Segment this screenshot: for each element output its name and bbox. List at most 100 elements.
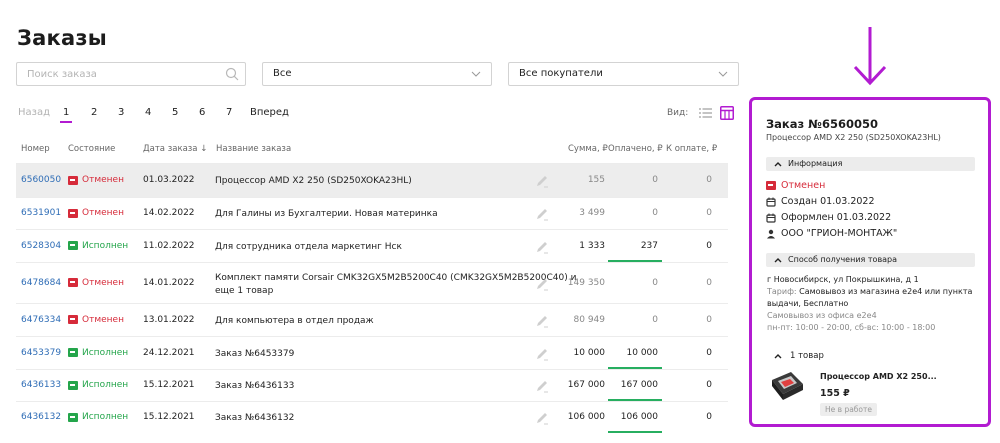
page-7[interactable]: 7: [226, 107, 232, 118]
page-4[interactable]: 4: [145, 107, 151, 118]
order-state-text: Исполнен: [82, 380, 129, 390]
table-row[interactable]: 6478684 Отменен 14.01.2022 Комплект памяти …: [16, 262, 728, 303]
order-name[interactable]: Комплект памяти Corsair CMK32GX5M2B5200C…: [215, 272, 576, 298]
product-image[interactable]: [769, 370, 805, 402]
edit-pencil-icon[interactable]: [535, 411, 549, 425]
buyer-filter-value: Все покупатели: [519, 68, 603, 79]
col-header-name: Название заказа: [216, 144, 292, 154]
col-header-sum: Сумма, ₽: [568, 144, 608, 154]
table-row[interactable]: 6560050 Отменен 01.03.2022 Процессор AMD X2…: [16, 163, 728, 197]
page-1[interactable]: 1: [60, 107, 73, 123]
pagination-prev[interactable]: Назад: [18, 107, 50, 118]
order-sum: 80 949: [573, 314, 606, 325]
calendar-icon: [766, 213, 776, 223]
delivery-section-header[interactable]: Способ получения товара: [766, 253, 975, 267]
order-state-text: Отменен: [82, 175, 124, 185]
chevron-down-icon: [471, 71, 481, 77]
table-row[interactable]: 6528304 Исполнен 11.02.2022 Для сотрудника …: [16, 229, 728, 262]
list-view-icon[interactable]: [699, 107, 712, 119]
delivery-tariff-text: Самовывоз из магазина e2e4 или пункта: [799, 287, 973, 296]
order-name[interactable]: Для компьютера в отдел продаж: [215, 315, 374, 328]
product-name[interactable]: Процессор AMD X2 250...: [820, 372, 937, 381]
order-sum: 106 000: [567, 412, 605, 422]
completed-icon: [68, 380, 78, 390]
order-number-link[interactable]: 6453379: [21, 348, 61, 358]
paid-progress-bar: [608, 431, 662, 433]
panel-order-title: Заказ №6560050: [766, 117, 879, 131]
page-5[interactable]: 5: [172, 107, 178, 118]
col-header-state: Состояние: [68, 144, 116, 154]
table-view-icon[interactable]: [720, 106, 734, 120]
order-name[interactable]: Заказ №6436132: [215, 412, 294, 425]
order-sum: 155: [587, 175, 605, 185]
search-input[interactable]: [16, 62, 246, 86]
delivery-tariff: Тариф: Самовывоз из магазина e2e4 или пу…: [767, 286, 972, 298]
table-row[interactable]: 6476334 Отменен 13.01.2022 Для компьютера в…: [16, 303, 728, 336]
info-section-header[interactable]: Информация: [766, 157, 975, 171]
status-filter-value: Все: [273, 68, 292, 79]
order-name[interactable]: Процессор AMD X2 250 (SD250XOKA23HL): [215, 175, 412, 188]
pagination-next[interactable]: Вперед: [250, 107, 289, 118]
table-row[interactable]: 6453379 Исполнен 24.12.2021 Заказ №6453379 1…: [16, 336, 728, 369]
order-sum: 167 000: [567, 380, 605, 390]
cancelled-icon: [766, 181, 776, 190]
product-status-badge: Не в работе: [820, 403, 877, 416]
order-paid: 10 000: [626, 347, 659, 358]
edit-pencil-icon[interactable]: [535, 174, 549, 188]
page-2[interactable]: 2: [91, 107, 97, 118]
search-icon[interactable]: [225, 67, 239, 81]
order-name[interactable]: Для сотрудника отдела маркетинг Нск: [215, 241, 402, 254]
order-state: Исполнен: [68, 412, 128, 422]
order-sum: 10 000: [573, 347, 606, 358]
order-name[interactable]: Заказ №6436133: [215, 380, 294, 393]
order-number-link[interactable]: 6560050: [21, 175, 61, 185]
table-row[interactable]: 6436132 Исполнен 15.12.2021 Заказ №6436132 1…: [16, 401, 728, 433]
order-sum: 149 350: [567, 277, 605, 288]
order-state-text: Исполнен: [82, 412, 129, 422]
order-due: 0: [706, 208, 712, 218]
order-due: 0: [706, 347, 712, 358]
order-paid: 0: [652, 277, 658, 288]
order-name[interactable]: Заказ №6453379: [215, 348, 294, 361]
table-row[interactable]: 6436133 Исполнен 15.12.2021 Заказ №6436133 1…: [16, 369, 728, 401]
edit-pencil-icon[interactable]: [535, 207, 549, 221]
cancelled-icon: [68, 208, 78, 218]
order-date: 13.01.2022: [143, 314, 195, 325]
table-row[interactable]: 6531901 Отменен 14.02.2022 Для Галины из Бу…: [16, 197, 728, 229]
order-name-line1: Комплект памяти Corsair CMK32GX5M2B5200C…: [215, 272, 577, 283]
order-due: 0: [706, 380, 712, 390]
cancelled-icon: [68, 278, 78, 287]
order-state-text: Исполнен: [82, 347, 129, 358]
panel-issued: Оформлен 01.03.2022: [766, 212, 891, 223]
order-due: 0: [706, 240, 712, 251]
page-title: Заказы: [17, 26, 107, 50]
order-number-link[interactable]: 6531901: [21, 208, 61, 218]
order-number-link[interactable]: 6528304: [21, 241, 61, 251]
order-date: 24.12.2021: [143, 347, 195, 358]
col-header-date[interactable]: Дата заказа ↓: [143, 144, 207, 154]
edit-pencil-icon[interactable]: [535, 379, 549, 393]
edit-pencil-icon[interactable]: [535, 240, 549, 254]
order-state-text: Отменен: [82, 277, 124, 288]
page-3[interactable]: 3: [118, 107, 124, 118]
page-6[interactable]: 6: [199, 107, 205, 118]
order-name[interactable]: Для Галины из Бухгалтерии. Новая материн…: [215, 208, 438, 221]
edit-pencil-icon[interactable]: [535, 277, 549, 291]
buyer-filter-select[interactable]: Все покупатели: [508, 62, 739, 86]
edit-pencil-icon[interactable]: [535, 314, 549, 328]
chevron-down-icon: [718, 71, 728, 77]
order-number-link[interactable]: 6436133: [21, 380, 61, 390]
status-filter-select[interactable]: Все: [262, 62, 492, 86]
panel-created-text: Создан 01.03.2022: [781, 196, 875, 207]
order-details-panel: Заказ №6560050 Процессор AMD X2 250 (SD2…: [749, 97, 991, 427]
panel-order-subtitle: Процессор AMD X2 250 (SD250XOKA23HL): [766, 133, 941, 142]
delivery-pickup: Самовывоз из офиса e2e4: [767, 311, 877, 320]
panel-created: Создан 01.03.2022: [766, 196, 875, 207]
edit-pencil-icon[interactable]: [535, 347, 549, 361]
order-number-link[interactable]: 6476334: [21, 315, 61, 325]
user-icon: [767, 229, 775, 238]
panel-company-text: ООО "ГРИОН-МОНТАЖ": [781, 228, 898, 239]
order-number-link[interactable]: 6478684: [21, 278, 61, 288]
order-number-link[interactable]: 6436132: [21, 412, 61, 422]
goods-section-header[interactable]: 1 товар: [774, 351, 824, 361]
